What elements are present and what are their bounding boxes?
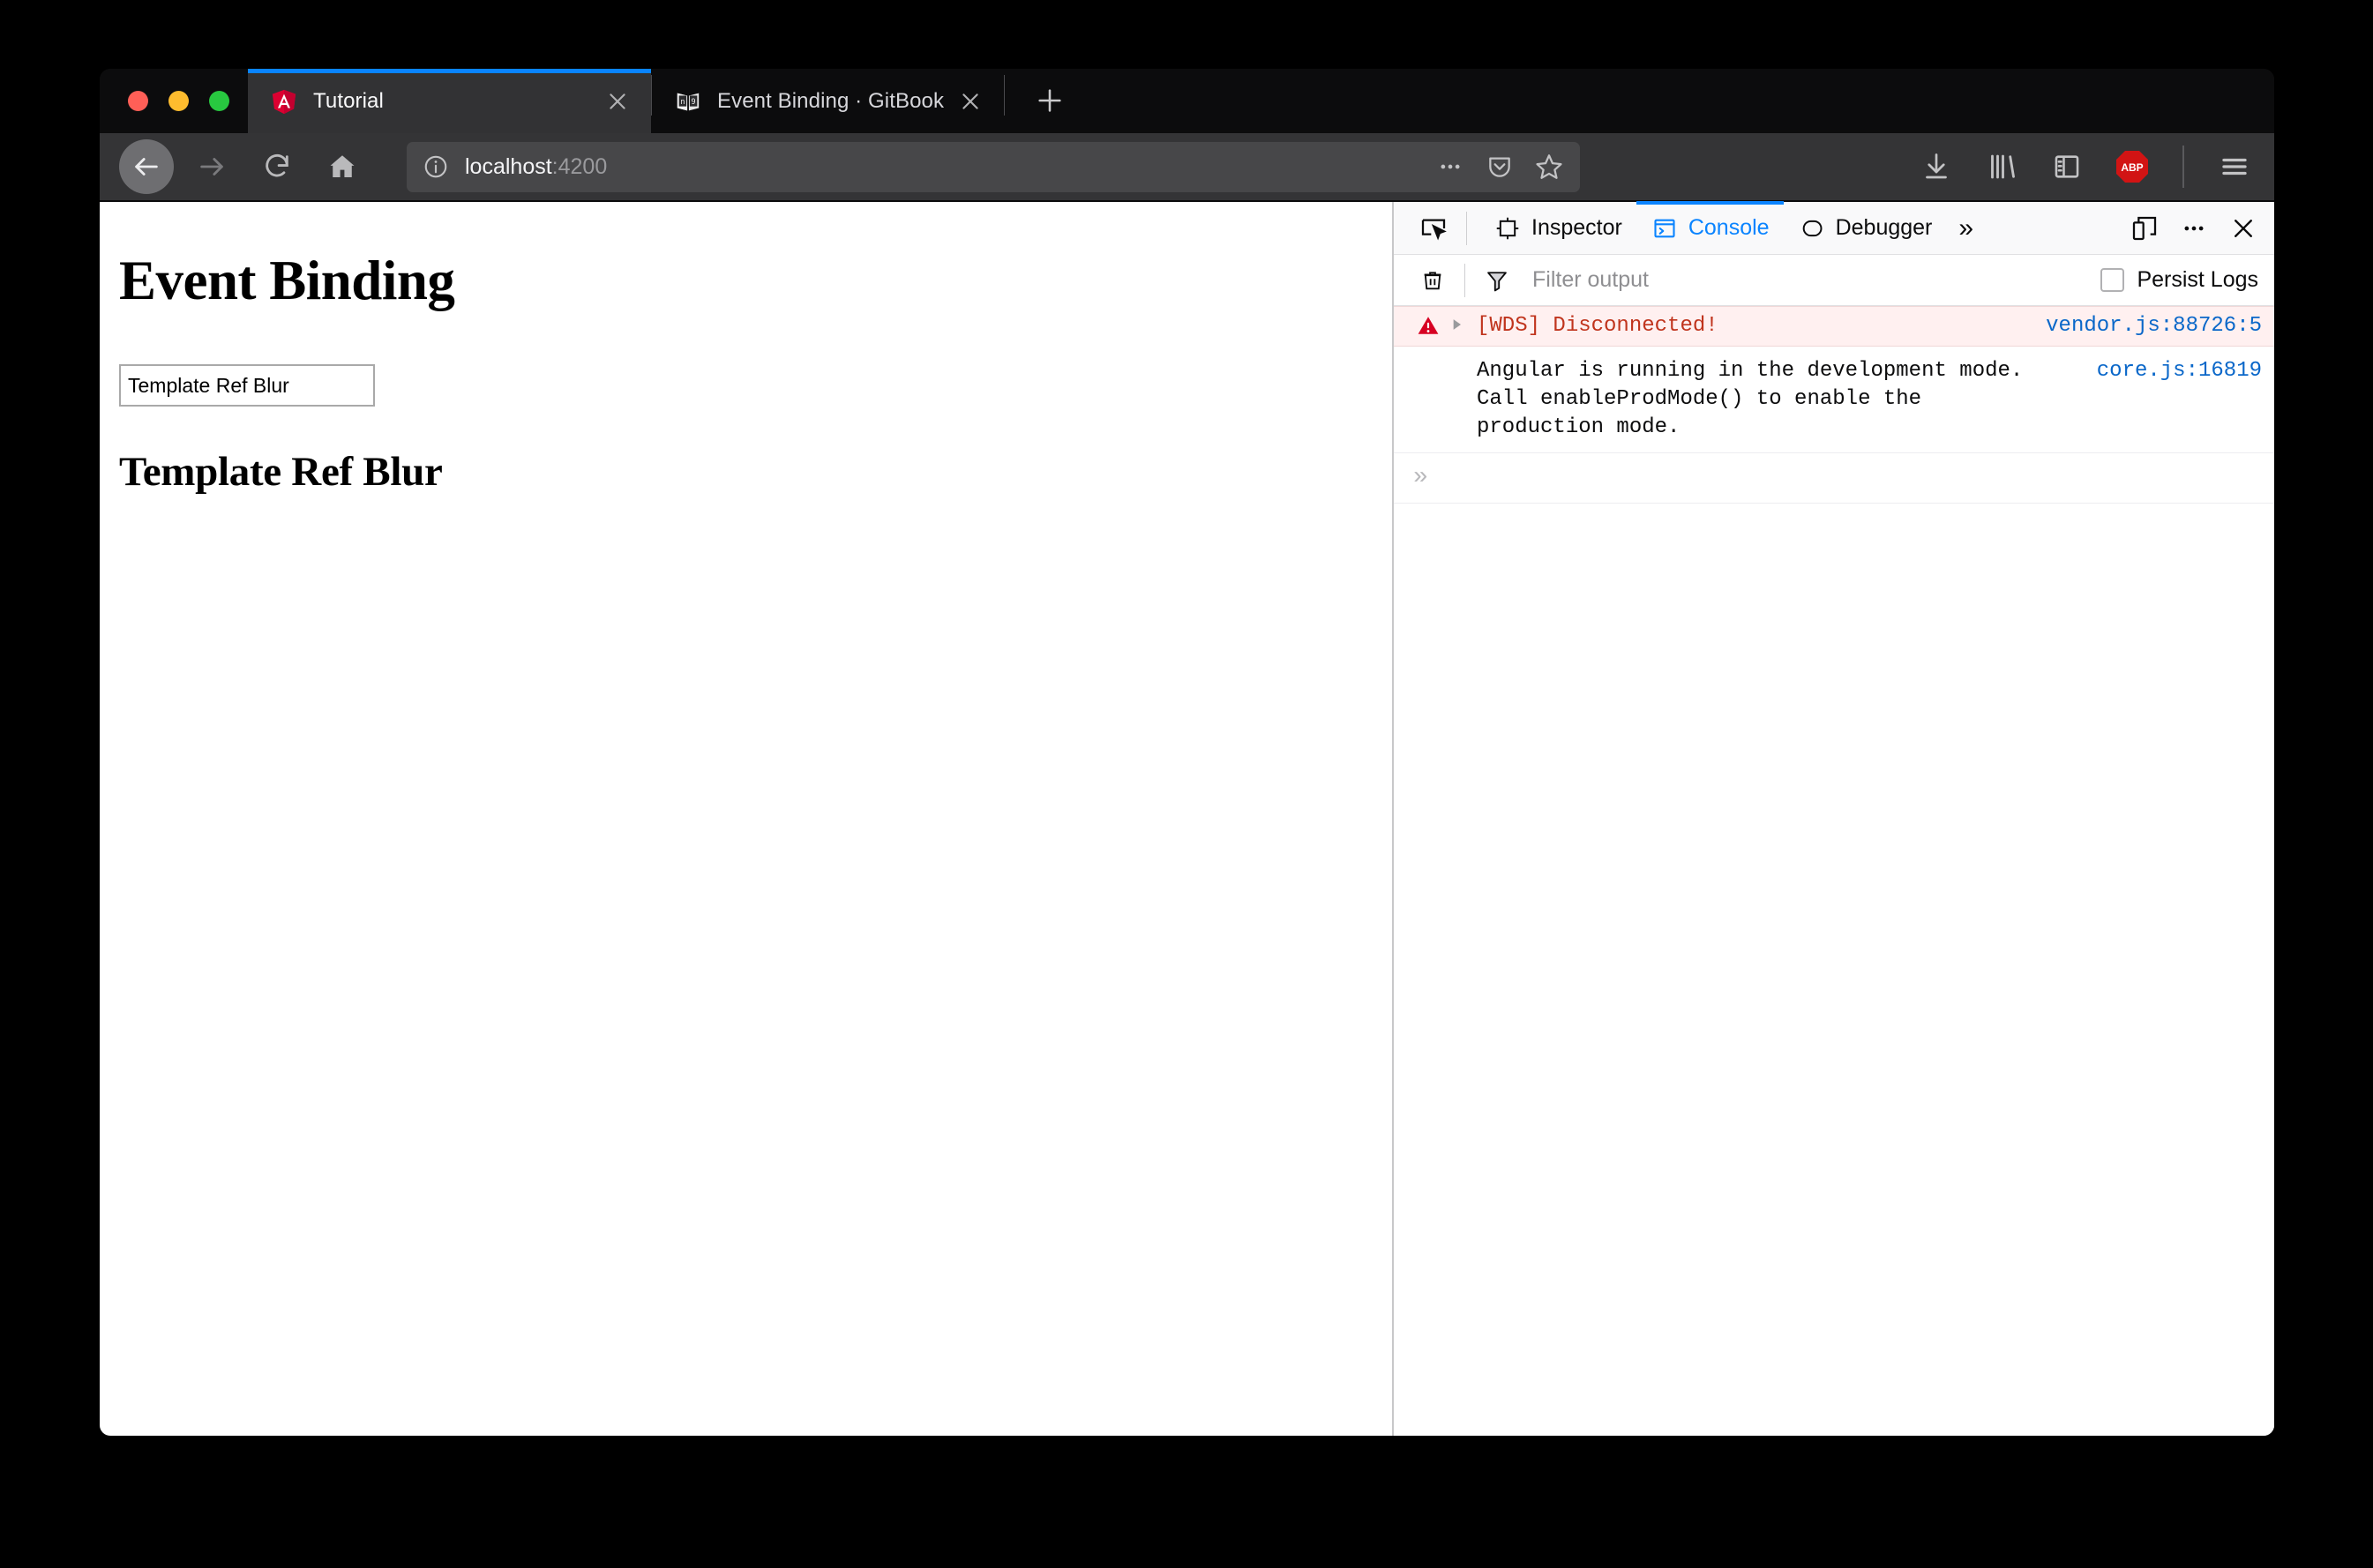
adblock-plus-icon[interactable]: ABP bbox=[2112, 146, 2152, 187]
svg-text:9: 9 bbox=[692, 96, 696, 105]
tab-strip: Tutorial n 9 Event Binding · GitBook bbox=[100, 69, 2274, 133]
console-icon bbox=[1651, 214, 1679, 243]
downloads-icon[interactable] bbox=[1916, 146, 1957, 187]
url-bar-actions bbox=[1434, 150, 1566, 183]
page-subtitle: Template Ref Blur bbox=[119, 449, 443, 495]
library-icon[interactable] bbox=[1981, 146, 2022, 187]
responsive-design-mode-icon[interactable] bbox=[2122, 206, 2167, 250]
console-message-error[interactable]: [WDS] Disconnected! vendor.js:88726:5 bbox=[1394, 306, 2274, 347]
persist-logs-control[interactable]: Persist Logs bbox=[2100, 267, 2258, 293]
navigation-toolbar: localhost:4200 ABP bbox=[100, 133, 2274, 202]
toolbar-separator bbox=[2182, 146, 2184, 188]
devtools-panel: Inspector Console Debugger » Filter outp… bbox=[1392, 200, 2274, 1436]
persist-logs-label: Persist Logs bbox=[2137, 267, 2258, 292]
minimize-window-button[interactable] bbox=[168, 91, 189, 111]
page-title: Event Binding bbox=[119, 250, 455, 311]
close-tab-button[interactable] bbox=[598, 82, 637, 121]
console-prompt-row[interactable]: » bbox=[1394, 453, 2274, 504]
close-tab-button[interactable] bbox=[951, 82, 990, 121]
tab-title: Tutorial bbox=[313, 88, 384, 113]
filter-icon[interactable] bbox=[1478, 261, 1516, 300]
devtools-options-icon[interactable] bbox=[2172, 206, 2216, 250]
star-icon[interactable] bbox=[1532, 150, 1566, 183]
svg-text:n: n bbox=[680, 96, 685, 105]
console-message-source[interactable]: core.js:16819 bbox=[2081, 357, 2262, 385]
content-row: Event Binding Template Ref Blur Template… bbox=[100, 200, 2274, 1436]
expand-arrow-icon[interactable] bbox=[1443, 312, 1470, 333]
browser-window: Tutorial n 9 Event Binding · GitBook loc… bbox=[100, 69, 2274, 1436]
debugger-icon bbox=[1798, 214, 1826, 243]
reload-button[interactable] bbox=[250, 139, 304, 194]
element-picker-icon[interactable] bbox=[1413, 208, 1454, 249]
message-icon-placeholder bbox=[1413, 357, 1443, 359]
tab-title: Event Binding · GitBook bbox=[717, 88, 945, 113]
tab-tutorial[interactable]: Tutorial bbox=[248, 69, 651, 133]
hamburger-menu-icon[interactable] bbox=[2214, 146, 2255, 187]
tab-console[interactable]: Console bbox=[1636, 200, 1784, 255]
console-message-text: [WDS] Disconnected! bbox=[1477, 314, 1718, 338]
tab-separator bbox=[1004, 75, 1005, 116]
page-info-icon[interactable] bbox=[421, 152, 451, 182]
tab-inspector[interactable]: Inspector bbox=[1479, 202, 1636, 255]
maximize-window-button[interactable] bbox=[209, 91, 229, 111]
new-tab-button[interactable] bbox=[1022, 73, 1077, 128]
devtools-tabs-overflow[interactable]: » bbox=[1946, 213, 1986, 243]
url-text[interactable]: localhost:4200 bbox=[465, 154, 1434, 180]
tab-event-binding-gitbook[interactable]: n 9 Event Binding · GitBook bbox=[652, 69, 1004, 133]
angular-logo-icon bbox=[271, 88, 297, 115]
tab-list: Tutorial n 9 Event Binding · GitBook bbox=[248, 69, 2274, 133]
home-button[interactable] bbox=[315, 139, 370, 194]
inspector-icon bbox=[1493, 214, 1522, 243]
pocket-icon[interactable] bbox=[1483, 150, 1516, 183]
clear-console-icon[interactable] bbox=[1413, 261, 1452, 300]
gitbook-icon: n 9 bbox=[675, 88, 701, 115]
browser-toolbar-actions: ABP bbox=[1898, 146, 2255, 188]
devtools-toolbar: Inspector Console Debugger » bbox=[1394, 200, 2274, 255]
persist-logs-checkbox[interactable] bbox=[2100, 268, 2125, 292]
svg-text:ABP: ABP bbox=[2121, 161, 2143, 174]
template-ref-input[interactable] bbox=[119, 364, 375, 407]
warning-triangle-icon bbox=[1413, 312, 1443, 337]
devtools-toolbar-actions bbox=[2122, 206, 2265, 250]
url-bar[interactable]: localhost:4200 bbox=[407, 141, 1580, 192]
tab-label: Console bbox=[1688, 215, 1770, 240]
sidebar-icon[interactable] bbox=[2047, 146, 2087, 187]
tab-label: Inspector bbox=[1531, 215, 1622, 240]
filterbar-separator bbox=[1464, 263, 1465, 297]
toolbar-separator bbox=[1466, 211, 1467, 245]
window-controls bbox=[100, 69, 248, 133]
back-button[interactable] bbox=[119, 139, 174, 194]
filter-output-input[interactable] bbox=[1531, 266, 2084, 294]
url-port: :4200 bbox=[551, 153, 608, 179]
forward-button[interactable] bbox=[184, 139, 239, 194]
close-devtools-icon[interactable] bbox=[2221, 206, 2265, 250]
tab-label: Debugger bbox=[1835, 215, 1933, 240]
console-prompt-icon: » bbox=[1413, 463, 1428, 491]
web-page-viewport: Event Binding Template Ref Blur bbox=[100, 202, 1392, 1436]
console-message-text: Angular is running in the development mo… bbox=[1477, 358, 2024, 439]
console-filter-bar: Persist Logs bbox=[1394, 255, 2274, 306]
url-host: localhost bbox=[465, 153, 552, 179]
expand-arrow-placeholder bbox=[1443, 357, 1470, 361]
console-message-info[interactable]: Angular is running in the development mo… bbox=[1394, 346, 2274, 453]
console-output: [WDS] Disconnected! vendor.js:88726:5 An… bbox=[1394, 306, 2274, 1436]
console-message-source[interactable]: vendor.js:88726:5 bbox=[2030, 312, 2262, 340]
ellipsis-icon[interactable] bbox=[1434, 150, 1467, 183]
close-window-button[interactable] bbox=[128, 91, 148, 111]
tab-debugger[interactable]: Debugger bbox=[1784, 202, 1947, 255]
